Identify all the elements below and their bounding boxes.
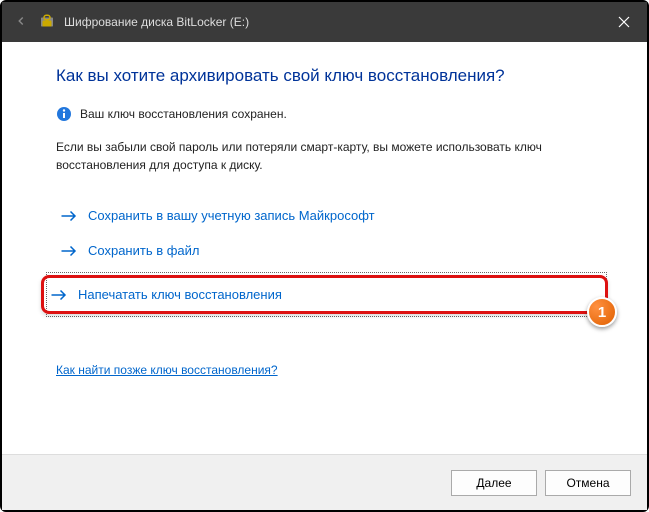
next-button[interactable]: Далее	[451, 470, 537, 496]
back-arrow-icon[interactable]	[14, 14, 28, 31]
page-title: Как вы хотите архивировать свой ключ вос…	[56, 66, 607, 86]
option-focus-border: Напечатать ключ восстановления 1	[46, 272, 607, 317]
option-print[interactable]: Напечатать ключ восстановления 1	[41, 275, 608, 314]
info-icon	[56, 106, 72, 122]
content-area: Как вы хотите архивировать свой ключ вос…	[2, 42, 647, 454]
info-saved-text: Ваш ключ восстановления сохранен.	[80, 107, 287, 121]
body-text: Если вы забыли свой пароль или потеряли …	[56, 138, 607, 174]
option-label: Сохранить в файл	[88, 243, 200, 258]
arrow-right-icon	[60, 209, 78, 223]
footer: Далее Отмена	[2, 454, 647, 510]
close-button[interactable]	[601, 2, 647, 42]
titlebar: Шифрование диска BitLocker (E:)	[2, 2, 647, 42]
help-link[interactable]: Как найти позже ключ восстановления?	[56, 363, 278, 377]
option-label: Сохранить в вашу учетную запись Майкросо…	[88, 208, 375, 223]
option-save-microsoft[interactable]: Сохранить в вашу учетную запись Майкросо…	[56, 198, 607, 233]
bitlocker-icon	[38, 13, 56, 31]
info-saved-row: Ваш ключ восстановления сохранен.	[56, 106, 607, 122]
cancel-button[interactable]: Отмена	[545, 470, 631, 496]
window-title: Шифрование диска BitLocker (E:)	[64, 15, 249, 29]
arrow-right-icon	[60, 244, 78, 258]
arrow-right-icon	[50, 288, 68, 302]
callout-badge: 1	[587, 297, 617, 327]
option-save-file[interactable]: Сохранить в файл	[56, 233, 607, 268]
option-label: Напечатать ключ восстановления	[78, 287, 282, 302]
close-icon	[618, 16, 630, 28]
